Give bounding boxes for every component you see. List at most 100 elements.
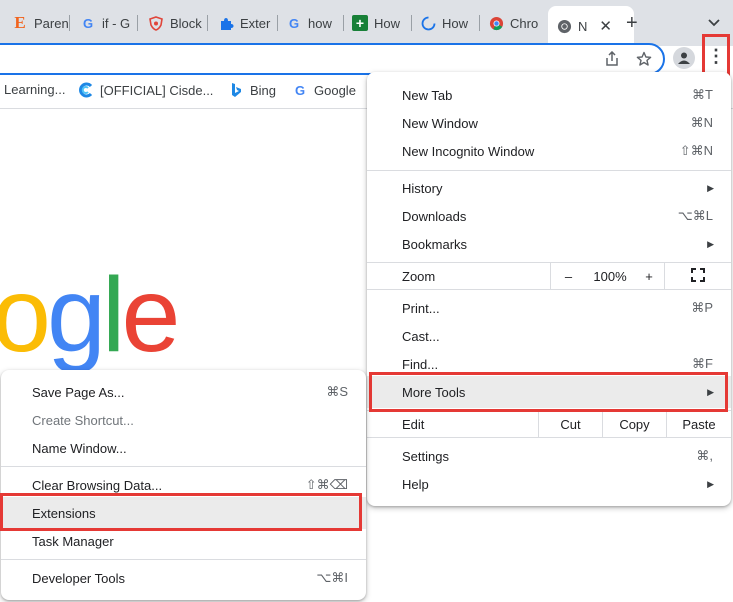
- google-icon: G: [294, 82, 306, 98]
- menu-item-name-window[interactable]: Name Window...: [1, 434, 366, 462]
- tab-title: N: [578, 18, 588, 34]
- plus-icon: +: [352, 15, 368, 31]
- new-tab-button[interactable]: +: [626, 12, 638, 35]
- bookmark-item[interactable]: [OFFICIAL] Cisde...: [78, 82, 213, 98]
- menu-item-clear-browsing-data[interactable]: Clear Browsing Data... ⇧⌘⌫: [1, 471, 366, 499]
- menu-item-label: Bookmarks: [402, 236, 468, 252]
- menu-item-label: More Tools: [402, 384, 466, 400]
- menu-item-create-shortcut: Create Shortcut...: [1, 406, 366, 434]
- fullscreen-icon: [691, 267, 705, 285]
- menu-item-cast[interactable]: Cast...: [367, 322, 731, 350]
- menu-item-bookmarks[interactable]: Bookmarks ▶: [367, 230, 731, 258]
- zoom-row: Zoom – 100% +: [367, 262, 731, 290]
- menu-item-label: New Incognito Window: [402, 143, 535, 159]
- cisdem-icon: [78, 82, 94, 98]
- edit-label: Edit: [402, 417, 425, 432]
- paste-button[interactable]: Paste: [666, 411, 731, 437]
- tab-2[interactable]: Block: [138, 9, 208, 37]
- star-icon[interactable]: [634, 49, 654, 69]
- tab-6[interactable]: How: [412, 9, 480, 37]
- chrome-main-menu: New Tab ⌘T New Window ⌘N New Incognito W…: [367, 72, 731, 506]
- tab-4[interactable]: G how: [278, 9, 344, 37]
- chevron-down-icon[interactable]: [708, 14, 720, 30]
- menu-item-label: Name Window...: [32, 440, 127, 456]
- zoom-label: Zoom: [402, 269, 436, 284]
- chrome-icon: [556, 18, 572, 34]
- menu-item-new-tab[interactable]: New Tab ⌘T: [367, 81, 731, 109]
- tab-3[interactable]: Exter: [208, 9, 278, 37]
- menu-item-settings[interactable]: Settings ⌘,: [367, 442, 731, 470]
- menu-item-save-page-as[interactable]: Save Page As... ⌘S: [1, 378, 366, 406]
- etsy-icon: E: [14, 13, 26, 32]
- menu-item-help[interactable]: Help ▶: [367, 470, 731, 498]
- menu-item-developer-tools[interactable]: Developer Tools ⌥⌘I: [1, 564, 366, 592]
- profile-avatar-icon[interactable]: [673, 47, 695, 69]
- shortcut-label: ⌘,: [696, 448, 713, 463]
- toolbar: [0, 43, 733, 75]
- menu-item-extensions[interactable]: Extensions: [1, 497, 366, 529]
- bookmark-label: [OFFICIAL] Cisde...: [100, 82, 214, 98]
- tab-title: Paren: [34, 15, 69, 31]
- menu-item-downloads[interactable]: Downloads ⌥⌘L: [367, 202, 731, 230]
- menu-item-label: Create Shortcut...: [32, 412, 134, 428]
- menu-item-label: Downloads: [402, 208, 467, 224]
- menu-item-label: Clear Browsing Data...: [32, 477, 163, 493]
- kebab-menu-icon: ⋮: [707, 46, 725, 66]
- menu-item-label: Find...: [402, 356, 439, 372]
- menu-item-more-tools[interactable]: More Tools ▶: [367, 376, 731, 408]
- bookmark-label: Learning...: [4, 82, 66, 97]
- zoom-out-button[interactable]: –: [550, 263, 586, 289]
- google-logo: ogle: [0, 262, 180, 368]
- shortcut-label: ⌘F: [692, 356, 713, 371]
- submenu-arrow-icon: ▶: [707, 238, 714, 249]
- menu-item-label: Save Page As...: [32, 384, 125, 400]
- menu-item-label: Task Manager: [32, 533, 114, 549]
- chrome-icon: [488, 15, 504, 31]
- submenu-arrow-icon: ▶: [707, 478, 714, 489]
- tab-title: How: [442, 15, 469, 31]
- bookmark-item[interactable]: Learning...: [4, 82, 65, 97]
- menu-item-new-window[interactable]: New Window ⌘N: [367, 109, 731, 137]
- menu-item-task-manager[interactable]: Task Manager: [1, 527, 366, 555]
- logo-letter: e: [121, 256, 180, 374]
- tab-5[interactable]: + How: [344, 9, 412, 37]
- loading-icon: [420, 15, 436, 31]
- fullscreen-button[interactable]: [664, 263, 731, 289]
- bookmark-item[interactable]: G Google: [292, 82, 356, 98]
- menu-item-new-incognito-window[interactable]: New Incognito Window ⇧⌘N: [367, 137, 731, 165]
- shortcut-label: ⇧⌘N: [679, 143, 713, 158]
- copy-button[interactable]: Copy: [602, 411, 666, 437]
- bookmark-item[interactable]: Bing: [228, 82, 276, 98]
- tab-title: Block: [170, 15, 202, 31]
- shortcut-label: ⌘T: [692, 87, 713, 102]
- tab-7[interactable]: Chro: [480, 9, 546, 37]
- menu-item-find[interactable]: Find... ⌘F: [367, 350, 731, 378]
- tab-title: Exter: [240, 15, 271, 31]
- submenu-arrow-icon: ▶: [707, 386, 714, 397]
- menu-divider: [367, 170, 731, 171]
- cut-button[interactable]: Cut: [538, 411, 602, 437]
- menu-item-label: Print...: [402, 300, 440, 316]
- google-icon: G: [288, 15, 300, 31]
- tab-0[interactable]: E Paren: [0, 9, 70, 37]
- address-bar[interactable]: [0, 43, 665, 75]
- bing-icon: [228, 82, 244, 98]
- edit-row: Edit Cut Copy Paste: [367, 410, 731, 438]
- zoom-in-button[interactable]: +: [634, 263, 664, 289]
- shortcut-label: ⌘P: [691, 300, 713, 315]
- shortcut-label: ⌥⌘I: [316, 570, 348, 585]
- share-icon[interactable]: [602, 49, 622, 69]
- menu-item-label: New Tab: [402, 87, 453, 103]
- tab-1[interactable]: G if - G: [70, 9, 138, 37]
- close-icon[interactable]: ✕: [599, 17, 612, 35]
- tab-title: Chro: [510, 15, 539, 31]
- menu-item-history[interactable]: History ▶: [367, 174, 731, 202]
- tab-8-active[interactable]: N ✕: [548, 6, 634, 46]
- tab-title: how: [308, 15, 332, 31]
- menu-item-print[interactable]: Print... ⌘P: [367, 294, 731, 322]
- shield-icon: [148, 15, 164, 31]
- menu-item-label: Cast...: [402, 328, 440, 344]
- menu-divider: [1, 559, 366, 560]
- puzzle-icon: [218, 15, 234, 31]
- shortcut-label: ⌘S: [326, 384, 348, 399]
